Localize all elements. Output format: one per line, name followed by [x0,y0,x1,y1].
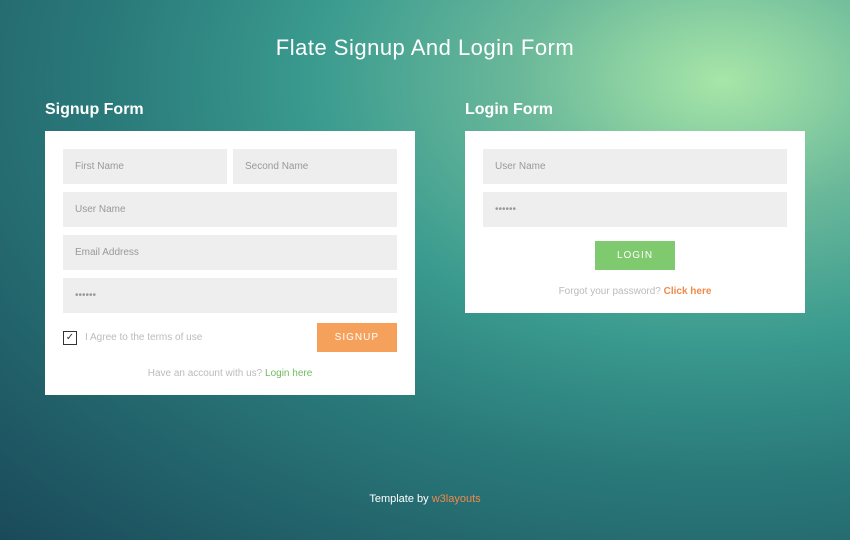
email-input[interactable] [63,235,397,270]
signup-heading: Signup Form [45,101,415,119]
login-card: LOGIN Forgot your password? Click here [465,131,805,313]
signup-username-input[interactable] [63,192,397,227]
terms-label: I Agree to the terms of use [85,332,202,343]
login-section: Login Form LOGIN Forgot your password? C… [465,101,805,395]
login-bottom-text: Forgot your password? Click here [483,286,787,297]
click-here-link[interactable]: Click here [664,286,712,297]
login-heading: Login Form [465,101,805,119]
login-button[interactable]: LOGIN [595,241,675,270]
signup-card: ✓ I Agree to the terms of use SIGNUP Hav… [45,131,415,395]
signup-section: Signup Form ✓ I Agree to the terms of us… [45,101,415,395]
login-username-input[interactable] [483,149,787,184]
login-here-link[interactable]: Login here [265,368,312,379]
signup-password-input[interactable] [63,278,397,313]
signup-button[interactable]: SIGNUP [317,323,397,352]
footer-prefix: Template by [369,493,431,505]
signup-prompt: Have an account with us? [148,368,265,379]
login-password-input[interactable] [483,192,787,227]
forms-container: Signup Form ✓ I Agree to the terms of us… [0,101,850,395]
second-name-input[interactable] [233,149,397,184]
page-title: Flate Signup And Login Form [0,0,850,61]
signup-bottom-text: Have an account with us? Login here [63,368,397,379]
footer-link[interactable]: w3layouts [432,493,481,505]
terms-checkbox[interactable]: ✓ [63,331,77,345]
first-name-input[interactable] [63,149,227,184]
footer: Template by w3layouts [0,493,850,505]
forgot-prompt: Forgot your password? [559,286,664,297]
